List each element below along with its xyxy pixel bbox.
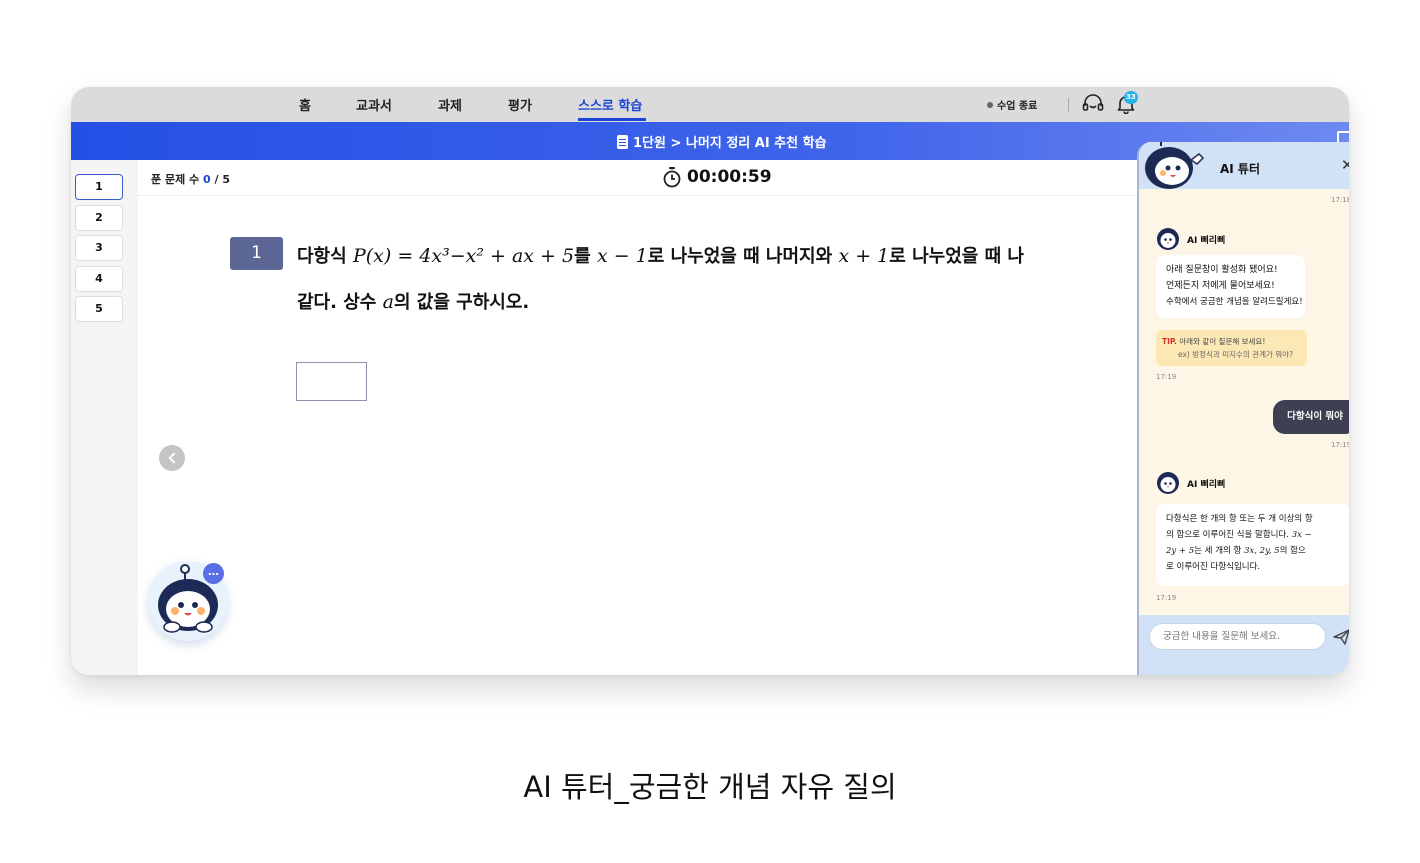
question-text-line-2: 같다. 상수 a의 값을 구하시오. bbox=[297, 288, 529, 314]
answer-text: 는 세 개의 항 bbox=[1194, 546, 1242, 556]
question-sidebar: 1 2 3 4 5 bbox=[71, 160, 138, 675]
status-dot-icon bbox=[987, 101, 993, 108]
question-nav-button[interactable]: 3 bbox=[75, 235, 123, 261]
ai-tutor-panel: AI 튜터 ✕ 17:18 AI 삐리삐 아래 질문창이 활성화 됐어요! 언제… bbox=[1137, 142, 1349, 675]
math-expression: x + 1 bbox=[838, 245, 890, 267]
send-icon[interactable] bbox=[1333, 629, 1349, 645]
question-nav-button[interactable]: 2 bbox=[75, 205, 123, 231]
caption: AI 튜터_궁금한 개념 자유 질의 bbox=[523, 770, 897, 804]
question-text-line-1: 다항식 P(x) = 4x³−x² + ax + 5를 x − 1로 나누었을 … bbox=[297, 242, 1024, 268]
end-class-button[interactable]: 수업 종료 bbox=[987, 97, 1037, 112]
bot-header: AI 삐리삐 bbox=[1156, 227, 1225, 251]
lesson-title: 1단원 > 나머지 정리 AI 추천 학습 bbox=[617, 132, 827, 151]
question-text: 다항식 bbox=[297, 246, 347, 267]
lesson-title-text: 1단원 > 나머지 정리 AI 추천 학습 bbox=[633, 136, 827, 151]
headset-icon[interactable] bbox=[1081, 93, 1105, 115]
greeting-line: 언제든지 저에게 물어보세요! bbox=[1166, 281, 1275, 291]
panel-header: AI 튜터 ✕ bbox=[1139, 142, 1349, 189]
math-expression: 3x, 2y, 5 bbox=[1244, 546, 1280, 556]
answer-input[interactable] bbox=[296, 362, 367, 401]
chat-input[interactable] bbox=[1149, 623, 1326, 650]
answer-line: 로 이루어진 다항식입니다. bbox=[1166, 562, 1261, 572]
notification-badge: 33 bbox=[1124, 91, 1138, 104]
question-text: 로 나누었을 때 나머지와 bbox=[647, 246, 833, 267]
nav-divider bbox=[1068, 98, 1069, 112]
bot-avatar-icon bbox=[1157, 472, 1179, 494]
math-expression: x − 1 bbox=[596, 245, 648, 267]
math-expression: 3x − bbox=[1291, 530, 1312, 540]
tip-box: TIP. 아래와 같이 질문해 보세요! ex) 방정식과 미지수의 관계가 뭐… bbox=[1156, 330, 1307, 366]
question-text: 의 값을 구하시오. bbox=[393, 292, 530, 313]
stopwatch-icon bbox=[663, 167, 681, 188]
previous-button[interactable] bbox=[159, 445, 185, 471]
user-message-bubble: 다항식이 뭐야 bbox=[1273, 400, 1349, 434]
tip-text: 아래와 같이 질문해 보세요! bbox=[1179, 337, 1266, 346]
robot-mascot-icon bbox=[1145, 142, 1205, 189]
nav-item-textbook[interactable]: 교과서 bbox=[356, 95, 392, 114]
answer-line: 2y + 5는 세 개의 항 3x, 2y, 5의 합으 bbox=[1166, 543, 1340, 559]
solved-number: 0 bbox=[202, 173, 211, 186]
app-window: 홈 교과서 과제 평가 스스로 학습 수업 종료 33 1단원 > 나머지 정리… bbox=[71, 87, 1349, 675]
question-number-badge: 1 bbox=[230, 237, 283, 270]
question-nav-button[interactable]: 5 bbox=[75, 296, 123, 322]
math-expression: P(x) = 4x³−x² + ax + 5 bbox=[352, 245, 575, 267]
bot-name: AI 삐리삐 bbox=[1187, 479, 1226, 490]
greeting-line: 아래 질문창이 활성화 됐어요! bbox=[1166, 265, 1278, 275]
chat-input-area bbox=[1139, 615, 1349, 675]
nav-item-evaluation[interactable]: 평가 bbox=[508, 95, 532, 114]
greeting-line: 수학에서 궁금한 개념을 알려드릴게요! bbox=[1166, 297, 1303, 307]
timestamp: 17:19 bbox=[1156, 373, 1177, 381]
nav-item-assignment[interactable]: 과제 bbox=[438, 95, 462, 114]
solved-total: / 5 bbox=[214, 173, 230, 186]
nav-active-indicator bbox=[578, 118, 646, 121]
bot-avatar-icon bbox=[1157, 228, 1179, 250]
nav-item-home[interactable]: 홈 bbox=[299, 95, 311, 114]
timestamp: 17:18 bbox=[1331, 196, 1349, 204]
solved-label: 푼 문제 수 bbox=[151, 173, 200, 186]
quiz-info-bar: 푼 문제 수 0 / 5 00:00:59 bbox=[138, 160, 1208, 196]
answer-text: 의 합으로 이루어진 식을 말합니다. bbox=[1166, 530, 1289, 540]
question-text: 를 bbox=[574, 246, 591, 267]
bot-answer-bubble: 다항식은 한 개의 항 또는 두 개 이상의 항 의 합으로 이루어진 식을 말… bbox=[1156, 504, 1349, 586]
tip-label: TIP. bbox=[1162, 337, 1177, 346]
bot-header: AI 삐리삐 bbox=[1156, 471, 1225, 495]
math-expression: 2y + 5 bbox=[1166, 546, 1195, 556]
chat-dots-icon: … bbox=[203, 563, 224, 584]
timestamp: 17:19 bbox=[1156, 594, 1177, 602]
answer-line: 다항식은 한 개의 항 또는 두 개 이상의 항 bbox=[1166, 514, 1313, 524]
answer-text: 의 합으 bbox=[1279, 546, 1306, 556]
top-nav: 홈 교과서 과제 평가 스스로 학습 수업 종료 33 bbox=[71, 87, 1349, 122]
bot-greeting-bubble: 아래 질문창이 활성화 됐어요! 언제든지 저에게 물어보세요! 수학에서 궁금… bbox=[1156, 255, 1305, 318]
timestamp: 17:19 bbox=[1331, 441, 1349, 449]
timer-value: 00:00:59 bbox=[687, 167, 772, 187]
end-class-label: 수업 종료 bbox=[997, 101, 1038, 112]
math-expression: a bbox=[382, 291, 394, 313]
answer-line: 의 합으로 이루어진 식을 말합니다. 3x − bbox=[1166, 527, 1340, 543]
question-nav-button[interactable]: 1 bbox=[75, 174, 123, 200]
solved-count: 푼 문제 수 0 / 5 bbox=[151, 171, 230, 187]
tip-example: ex) 방정식과 미지수의 관계가 뭐야? bbox=[1178, 350, 1294, 359]
document-icon bbox=[617, 134, 628, 149]
timer: 00:00:59 bbox=[662, 166, 772, 188]
panel-title: AI 튜터 bbox=[1220, 162, 1261, 176]
question-text: 로 나누었을 때 나 bbox=[889, 246, 1024, 267]
nav-item-self-study[interactable]: 스스로 학습 bbox=[578, 95, 642, 114]
question-text: 같다. 상수 bbox=[297, 292, 377, 313]
close-icon[interactable]: ✕ bbox=[1341, 156, 1349, 174]
question-nav-button[interactable]: 4 bbox=[75, 266, 123, 292]
bot-name: AI 삐리삐 bbox=[1187, 235, 1226, 246]
